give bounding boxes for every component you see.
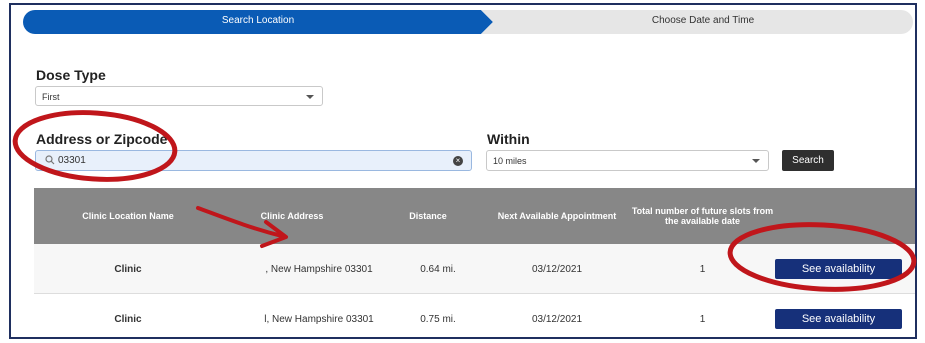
table-row: Clinic , New Hampshire 03301 0.64 mi. 03… [34, 244, 915, 294]
next-appointment-cell: 03/12/2021 [531, 313, 583, 325]
column-header-next-appointment: Next Available Appointment [497, 211, 617, 221]
clear-icon[interactable]: × [453, 156, 463, 166]
step-choose-date-time[interactable]: Choose Date and Time [493, 15, 913, 26]
progress-stepper: Search Location Choose Date and Time [23, 10, 913, 34]
search-button[interactable]: Search [782, 150, 834, 171]
table-header: Clinic Location Name Clinic Address Dist… [34, 188, 915, 244]
chevron-down-icon [306, 95, 314, 99]
address-label: Address or Zipcode [36, 131, 168, 147]
within-label: Within [487, 131, 530, 147]
within-select[interactable]: 10 miles [486, 150, 769, 171]
within-value: 10 miles [493, 156, 527, 166]
distance-cell: 0.64 mi. [420, 263, 456, 275]
dose-type-label: Dose Type [36, 67, 106, 83]
clinic-name-cell: Clinic [114, 313, 142, 325]
clinic-address-cell: l, New Hampshire 03301 [264, 313, 374, 325]
next-appointment-cell: 03/12/2021 [531, 263, 583, 275]
clinic-name-cell: Clinic [114, 263, 142, 275]
dose-type-value: First [42, 92, 60, 102]
distance-cell: 0.75 mi. [420, 313, 456, 325]
dose-type-select[interactable]: First [35, 86, 323, 106]
column-header-clinic-address: Clinic Address [260, 211, 324, 221]
clinic-address-cell: , New Hampshire 03301 [265, 263, 373, 275]
column-header-clinic-name: Clinic Location Name [82, 211, 174, 221]
see-availability-button[interactable]: See availability [775, 259, 902, 279]
future-slots-cell: 1 [699, 313, 706, 325]
column-header-distance: Distance [409, 211, 447, 221]
see-availability-button[interactable]: See availability [775, 309, 902, 329]
address-input-wrapper[interactable]: × [35, 150, 472, 171]
future-slots-cell: 1 [699, 263, 706, 275]
page-frame: Search Location Choose Date and Time Dos… [9, 3, 917, 339]
address-input[interactable] [58, 153, 458, 168]
column-header-future-slots: Total number of future slots from the av… [631, 206, 774, 226]
step-search-location[interactable]: Search Location [23, 15, 493, 26]
chevron-down-icon [752, 159, 760, 163]
search-icon [45, 155, 55, 165]
table-row: Clinic l, New Hampshire 03301 0.75 mi. 0… [34, 294, 915, 337]
